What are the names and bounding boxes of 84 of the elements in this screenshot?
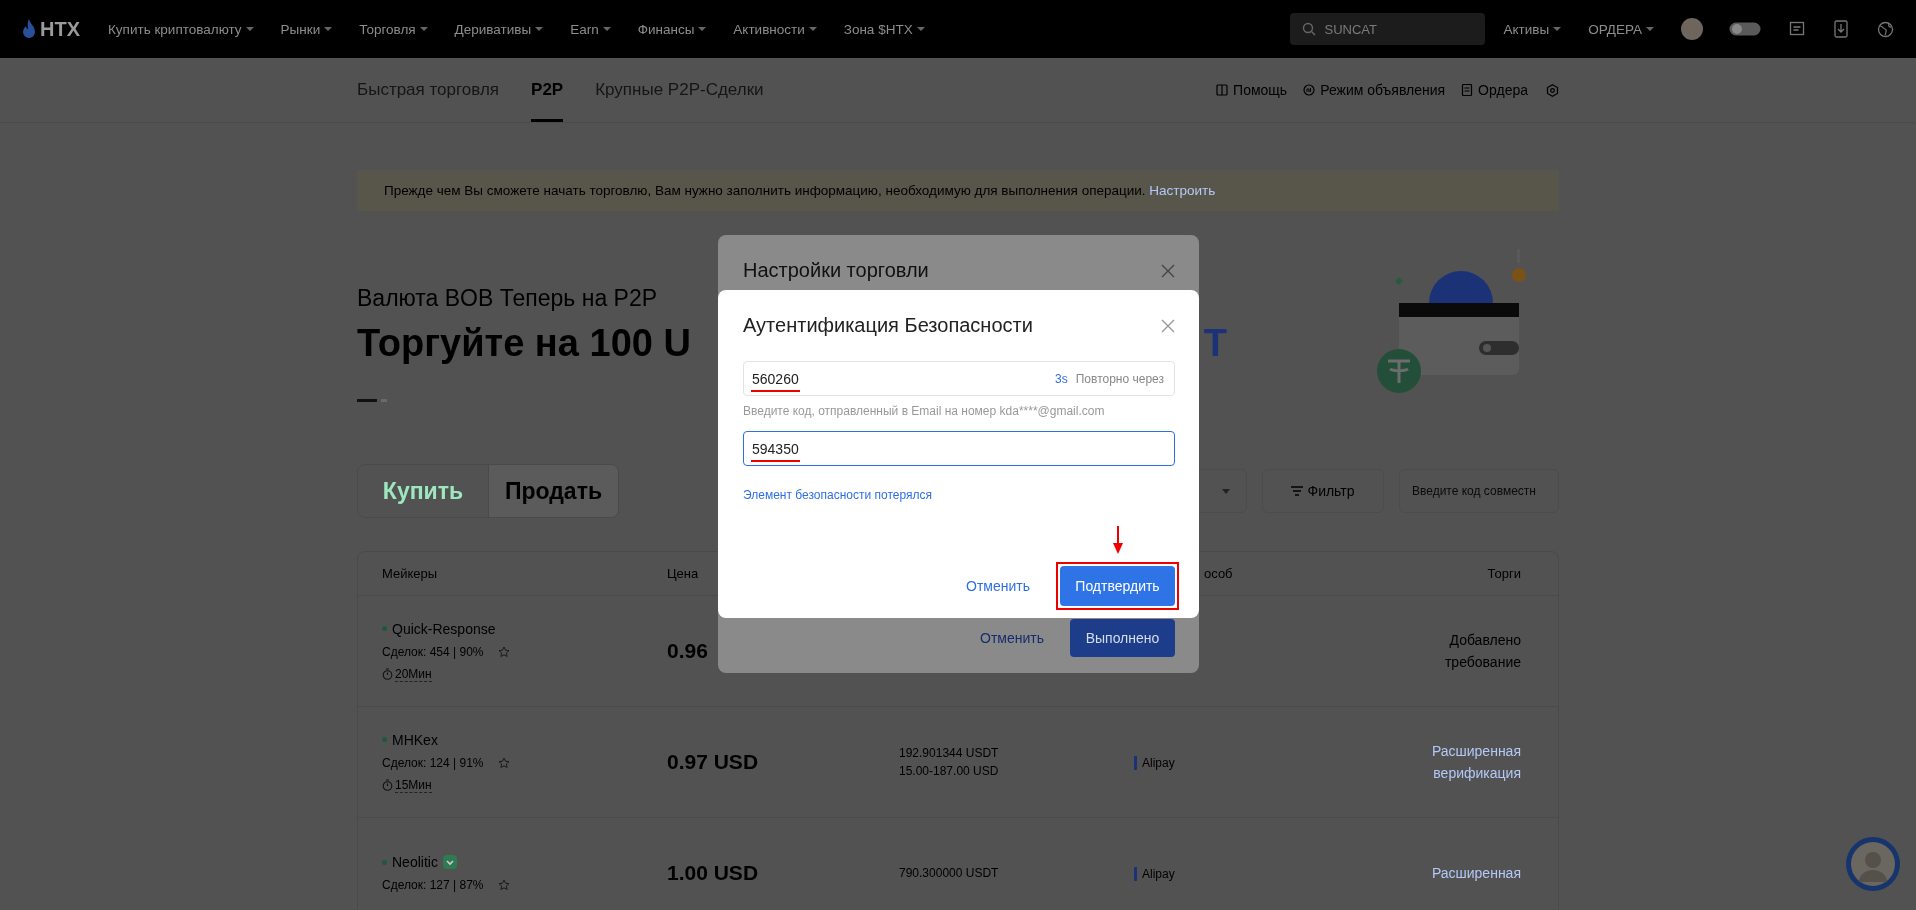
- nav-menu-item[interactable]: Купить криптовалюту: [108, 21, 254, 37]
- cancel-link[interactable]: Отменить: [966, 578, 1030, 594]
- timer-icon: [382, 779, 393, 791]
- online-dot-icon: [382, 859, 387, 865]
- price-value: 0.96: [667, 639, 709, 663]
- resend-label: Повторно через: [1075, 371, 1164, 386]
- header-link[interactable]: Режим объявления: [1303, 82, 1446, 98]
- payment-method-tag: Alipay: [1134, 756, 1175, 770]
- deals-stats: Сделок: 454 | 90%: [382, 644, 484, 659]
- maker-name[interactable]: MHKex: [392, 731, 438, 748]
- document-icon: [1461, 84, 1474, 96]
- field-hint: Введите код, отправленный в Email на номер kda****@gmail.com: [743, 404, 1106, 418]
- maker-name[interactable]: Quick-Response: [392, 620, 496, 637]
- caret-down-icon: [1222, 488, 1230, 494]
- star-icon[interactable]: [497, 879, 510, 891]
- column-header: Торги: [1486, 566, 1521, 581]
- filter-icon: [1291, 486, 1304, 496]
- verification-link[interactable]: Расширенная верификация: [1421, 740, 1521, 784]
- nav-menu-item[interactable]: Активности: [733, 21, 817, 37]
- page-tab[interactable]: P2P: [531, 58, 564, 122]
- code-input-field[interactable]: 560260 3s Повторно через: [743, 361, 1175, 396]
- code-value: 594350: [752, 440, 799, 457]
- star-icon[interactable]: [497, 756, 510, 769]
- hero-subtitle: Валюта BOB Теперь на P2P: [357, 284, 659, 313]
- hero-title: Торгуйте на 100 U: [357, 321, 691, 366]
- available-amount: 790.300000 USDT: [899, 865, 1000, 882]
- price-value: 1.00 USD: [667, 861, 760, 885]
- available-amount: 192.901344 USDT: [899, 745, 1000, 762]
- dialog-title: Аутентификация Безопасности: [743, 314, 1033, 337]
- done-button[interactable]: Выполнено: [1070, 619, 1175, 657]
- dialog-title: Настройки торговли: [743, 259, 929, 282]
- filter-button[interactable]: Фильтр: [1262, 469, 1384, 513]
- column-header: особ: [1203, 566, 1234, 581]
- countdown-timer: 3s: [1055, 371, 1068, 386]
- confirm-button[interactable]: Подтвердить: [1060, 566, 1175, 606]
- download-icon[interactable]: [1833, 20, 1849, 38]
- payment-time: 20Мин: [395, 666, 432, 682]
- payment-time: 15Мин: [395, 777, 432, 793]
- maker-name[interactable]: Neolitic: [392, 854, 438, 870]
- header-link[interactable]: Помощь: [1216, 82, 1288, 98]
- nav-menu-item[interactable]: Earn: [570, 21, 611, 37]
- timer-icon: [382, 668, 393, 680]
- deals-stats: Сделок: 124 | 91%: [382, 755, 484, 770]
- nav-menu-item[interactable]: Финансы: [637, 21, 707, 37]
- deals-stats: Сделок: 127 | 87%: [382, 878, 484, 892]
- payment-method-tag: Alipay: [1134, 867, 1175, 881]
- nav-menu-item[interactable]: Торговля: [359, 21, 428, 37]
- close-icon[interactable]: [1161, 263, 1175, 278]
- nav-menu-item[interactable]: Зона $HTX: [843, 21, 925, 37]
- column-header: Цена: [667, 566, 700, 581]
- verification-link[interactable]: Расширенная: [1421, 862, 1521, 884]
- notice-text: Прежде чем Вы сможете начать торговлю, Вам нужно заполнить информацию, необходимую для выполнения операции. Настроить: [384, 183, 1216, 198]
- search-field[interactable]: SUNCAT: [1290, 13, 1486, 45]
- star-icon[interactable]: [497, 645, 510, 658]
- nav-menu-item[interactable]: ОРДЕРА: [1588, 21, 1654, 37]
- requirement-note: Добавлено требование: [1443, 631, 1521, 672]
- online-dot-icon: [382, 626, 387, 631]
- message-icon[interactable]: [1789, 21, 1805, 37]
- lost-security-link[interactable]: Элемент безопасности потерялся: [743, 488, 1174, 502]
- order-limits: 15.00-187.00 USD: [899, 763, 1000, 780]
- ad-icon: [1303, 84, 1316, 96]
- online-dot-icon: [382, 737, 387, 742]
- header-link[interactable]: Ордера: [1461, 82, 1528, 98]
- globe-icon[interactable]: [1877, 20, 1894, 38]
- setup-link[interactable]: Настроить: [1149, 183, 1216, 198]
- close-icon[interactable]: [1161, 318, 1175, 333]
- flame-logo-icon: [22, 19, 36, 39]
- toggle-icon[interactable]: [1729, 22, 1761, 36]
- code-value: 560260: [752, 370, 799, 387]
- user-avatar-icon[interactable]: [1681, 18, 1703, 40]
- logo-text[interactable]: HTX: [40, 17, 80, 41]
- support-avatar-icon[interactable]: [1845, 836, 1901, 892]
- code-input-field[interactable]: 594350: [743, 431, 1175, 466]
- cancel-link[interactable]: Отменить: [980, 630, 1044, 646]
- nav-menu-item[interactable]: Деривативы: [454, 21, 544, 37]
- price-value: 0.97 USD: [667, 750, 760, 774]
- book-icon: [1216, 84, 1229, 96]
- nav-menu-item[interactable]: Рынки: [280, 21, 333, 37]
- settings-icon[interactable]: [1546, 83, 1559, 97]
- trade-side-tab[interactable]: Продать: [488, 465, 618, 517]
- nav-menu-item[interactable]: Активы: [1503, 21, 1562, 37]
- verified-badge-icon: [442, 855, 457, 869]
- code-input-field[interactable]: Введите код совместн: [1399, 469, 1559, 513]
- column-header: Мейкеры: [382, 566, 439, 581]
